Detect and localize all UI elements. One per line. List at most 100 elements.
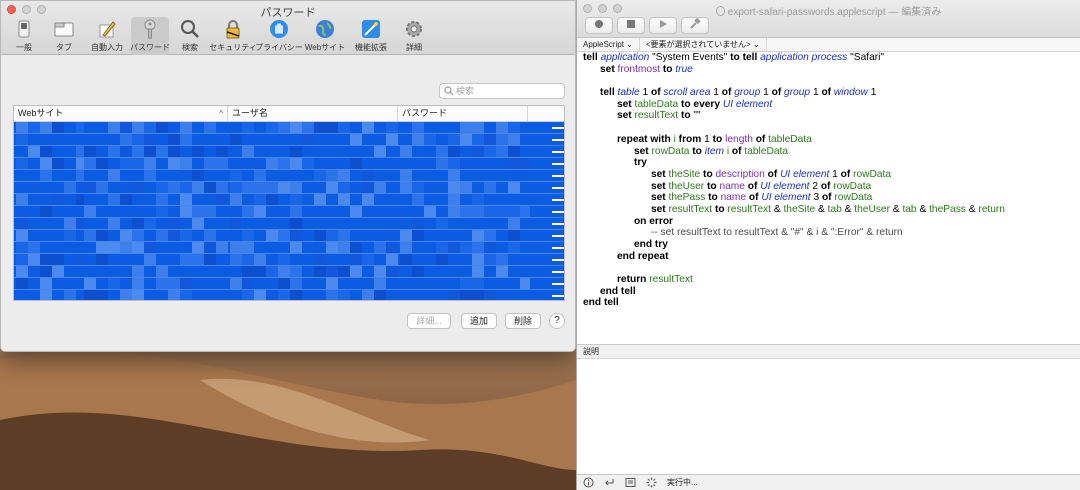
redacted-block (266, 230, 278, 241)
redacted-block (520, 278, 530, 289)
redacted-block (386, 122, 398, 133)
redacted-block (290, 122, 302, 133)
redacted-block (156, 278, 168, 289)
return-icon[interactable] (604, 477, 615, 488)
redacted-block (108, 242, 120, 253)
add-button[interactable]: 追加 (461, 313, 497, 329)
redacted-block (254, 290, 266, 300)
redacted-block (496, 206, 508, 217)
redacted-block (64, 230, 76, 241)
redacted-block (132, 278, 144, 289)
redacted-block (180, 122, 192, 133)
redacted-block (400, 230, 412, 241)
redacted-block (132, 290, 144, 300)
redacted-block (216, 146, 228, 157)
redacted-block (496, 266, 508, 277)
redacted-block (216, 242, 228, 253)
redacted-block (180, 182, 192, 193)
redacted-block (278, 254, 290, 265)
redacted-block (254, 206, 266, 217)
row-marker (552, 283, 564, 285)
tool-search[interactable]: 検索 (171, 17, 209, 55)
redacted-block (496, 242, 508, 253)
code-line: on error (633, 215, 674, 227)
window-title: export-safari-passwords.applescript — 編集… (577, 3, 1080, 18)
list-icon[interactable] (625, 477, 636, 488)
redacted-block (278, 278, 290, 289)
redacted-block (28, 266, 40, 277)
selected-rows-redacted[interactable] (14, 122, 564, 300)
redacted-block (436, 146, 448, 157)
tool-security[interactable]: セキュリティ (209, 17, 257, 55)
record-button[interactable] (585, 17, 613, 34)
redacted-block (16, 230, 28, 241)
redacted-block (132, 134, 144, 145)
redacted-block (386, 170, 398, 181)
compile-button[interactable] (681, 17, 709, 34)
redacted-block (156, 158, 168, 169)
redacted-block (52, 266, 64, 277)
redacted-block (508, 122, 520, 133)
redacted-block (108, 278, 120, 289)
tool-passwords[interactable]: パスワード (130, 17, 170, 55)
redacted-block (96, 290, 108, 300)
row-marker (552, 247, 564, 249)
redacted-block (144, 158, 156, 169)
redacted-block (52, 194, 64, 205)
element-selector[interactable]: <要素が選択されていません> ⌄ (640, 38, 767, 51)
column-header-site[interactable]: Webサイト ^ (14, 106, 228, 121)
redacted-block (338, 170, 350, 181)
redacted-block (302, 122, 314, 133)
tool-tabs[interactable]: タブ (45, 17, 83, 55)
help-button[interactable]: ? (549, 313, 565, 329)
redacted-block (424, 206, 436, 217)
redacted-block (40, 278, 52, 289)
remove-button[interactable]: 削除 (505, 313, 541, 329)
passwords-table[interactable]: Webサイト ^ ユーザ名 パスワード (13, 105, 565, 301)
redacted-block (230, 170, 242, 181)
row-marker (552, 223, 564, 225)
run-button[interactable] (649, 17, 677, 34)
language-selector[interactable]: AppleScript ⌄ (577, 38, 640, 51)
search-input[interactable]: 検索 (439, 83, 565, 99)
redacted-block (362, 182, 374, 193)
safari-preferences-window: パスワード 一般 タブ 自動入力 パスワード 検索 セキュリティ プライバシー … (0, 0, 576, 352)
redacted-block (290, 146, 302, 157)
redacted-block (424, 134, 436, 145)
details-button[interactable]: 詳細... (407, 313, 451, 329)
tool-websites[interactable]: Webサイト (303, 17, 347, 55)
row-marker (552, 259, 564, 261)
redacted-block (204, 254, 216, 265)
stop-button[interactable] (617, 17, 645, 34)
row-marker (552, 295, 564, 297)
redacted-block (290, 158, 302, 169)
tool-autofill[interactable]: 自動入力 (85, 17, 129, 55)
redacted-block (96, 158, 108, 169)
column-header-user[interactable]: ユーザ名 (228, 106, 398, 121)
info-icon[interactable] (583, 477, 594, 488)
redacted-block (242, 206, 254, 217)
redacted-block (192, 218, 204, 229)
redacted-block (326, 170, 338, 181)
redacted-block (362, 194, 374, 205)
redacted-block (412, 242, 424, 253)
redacted-block (16, 134, 28, 145)
tool-general[interactable]: 一般 (5, 17, 43, 55)
redacted-block (40, 290, 52, 300)
tool-advanced[interactable]: 詳細 (395, 17, 433, 55)
tool-extensions[interactable]: 機能拡張 (349, 17, 393, 55)
redacted-block (144, 218, 156, 229)
description-label: 説明 (583, 347, 599, 356)
redacted-block (254, 278, 266, 289)
redacted-block (278, 182, 290, 193)
redacted-block (412, 182, 424, 193)
redacted-block (254, 266, 266, 277)
redacted-block (28, 254, 40, 265)
redacted-block (120, 242, 132, 253)
column-header-password[interactable]: パスワード (398, 106, 528, 121)
tool-privacy[interactable]: プライバシー (255, 17, 303, 55)
redacted-block (374, 266, 386, 277)
description-area[interactable] (577, 359, 1080, 474)
script-code-area[interactable]: tell application "System Events" to tell… (577, 52, 1080, 342)
redacted-block (144, 254, 156, 265)
